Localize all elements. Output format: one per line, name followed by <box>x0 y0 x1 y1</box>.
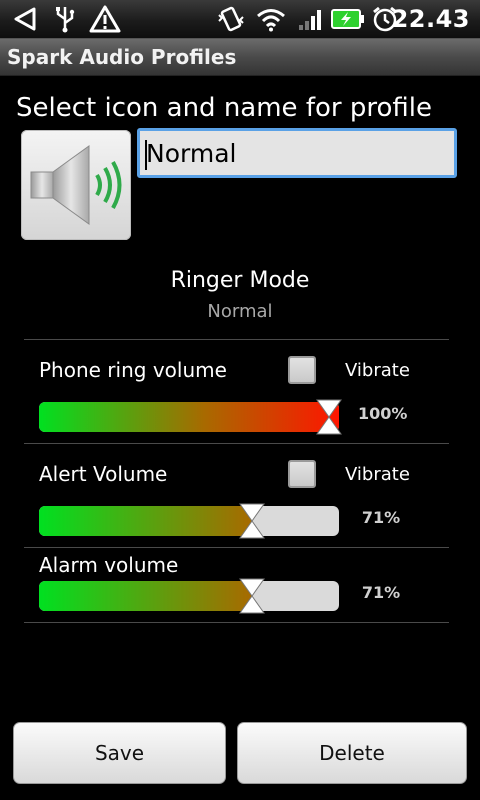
alarm-volume-percent: 71% <box>361 583 401 602</box>
slider-track <box>39 506 339 536</box>
save-button[interactable]: Save <box>13 722 226 784</box>
profile-icon-button[interactable] <box>21 130 131 240</box>
signal-back-icon <box>10 4 40 34</box>
app-title: Spark Audio Profiles <box>7 45 237 69</box>
app-title-bar: Spark Audio Profiles <box>0 39 480 76</box>
divider <box>24 339 449 340</box>
alarm-volume-slider[interactable] <box>39 578 339 614</box>
text-cursor <box>145 140 147 170</box>
status-bar: 22.43 <box>0 0 480 39</box>
form-heading: Select icon and name for profile <box>16 93 432 123</box>
alert-volume-percent: 71% <box>361 508 401 527</box>
speaker-icon <box>30 145 122 225</box>
alert-volume-label: Alert Volume <box>39 462 168 486</box>
battery-charging-icon <box>330 4 366 34</box>
profile-name-input[interactable] <box>137 128 457 178</box>
vibrate-icon <box>216 4 246 34</box>
phone-ring-volume-percent: 100% <box>358 404 408 423</box>
warning-icon <box>88 4 122 34</box>
divider <box>24 622 449 623</box>
phone-ring-vibrate-label: Vibrate <box>345 360 410 381</box>
slider-thumb[interactable] <box>239 578 265 614</box>
slider-track <box>39 581 339 611</box>
divider <box>24 547 449 548</box>
usb-icon <box>52 4 78 34</box>
divider <box>24 443 449 444</box>
phone-ring-volume-slider[interactable] <box>39 399 342 435</box>
slider-thumb[interactable] <box>316 399 342 435</box>
alert-vibrate-label: Vibrate <box>345 464 410 485</box>
alert-vibrate-checkbox[interactable] <box>288 460 316 488</box>
alert-volume-slider[interactable] <box>39 503 339 539</box>
cell-signal-icon <box>296 4 326 34</box>
slider-fill <box>39 506 252 536</box>
alarm-volume-label: Alarm volume <box>39 553 179 577</box>
delete-button[interactable]: Delete <box>237 722 467 784</box>
phone-ring-vibrate-checkbox[interactable] <box>288 356 316 384</box>
ringer-mode-value[interactable]: Normal <box>0 301 480 322</box>
slider-fill <box>39 402 339 432</box>
phone-ring-volume-label: Phone ring volume <box>39 358 227 382</box>
slider-thumb[interactable] <box>239 503 265 539</box>
ringer-mode-label[interactable]: Ringer Mode <box>0 268 480 293</box>
status-time: 22.43 <box>391 5 470 33</box>
slider-fill <box>39 581 252 611</box>
wifi-icon <box>254 4 288 34</box>
slider-track <box>39 402 339 432</box>
